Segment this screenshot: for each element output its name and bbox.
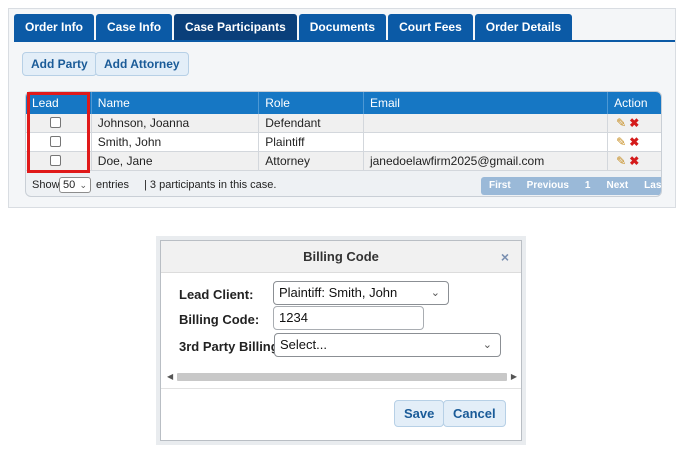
table-header: Lead Client Name Role Email Action	[26, 92, 661, 132]
tab-bar: Order Info Case Info Case Participants D…	[14, 14, 573, 40]
tab-order-details[interactable]: Order Details	[474, 14, 573, 40]
tab-case-participants[interactable]: Case Participants	[174, 14, 297, 40]
chevron-down-icon: ⌄	[430, 287, 440, 299]
x-delete-icon[interactable]: ✖	[629, 154, 639, 168]
column-header-email[interactable]: Email	[364, 92, 609, 114]
lead-client-checkbox[interactable]	[50, 117, 61, 128]
column-header-lead-client[interactable]: Lead Client	[26, 92, 92, 132]
participant-email: janedoelawfirm2025@gmail.com	[364, 152, 609, 170]
lead-client-checkbox[interactable]	[50, 155, 61, 166]
participant-name: Doe, Jane	[92, 152, 260, 170]
participant-name: Johnson, Joanna	[92, 114, 260, 132]
add-party-button[interactable]: Add Party	[22, 52, 97, 76]
lead-client-select[interactable]: Plaintiff: Smith, John ⌄	[273, 281, 449, 305]
billing-code-label: Billing Code:	[179, 312, 260, 327]
x-delete-icon[interactable]: ✖	[629, 116, 639, 130]
chevron-down-icon: ⌄	[482, 339, 492, 351]
pencil-icon[interactable]: ✎	[616, 154, 626, 168]
billing-code-input[interactable]: 1234	[273, 306, 424, 330]
tab-order-info[interactable]: Order Info	[14, 14, 95, 40]
participant-role: Plaintiff	[259, 133, 364, 151]
tab-documents[interactable]: Documents	[298, 14, 387, 40]
participant-role: Attorney	[259, 152, 364, 170]
close-icon[interactable]: ×	[501, 249, 509, 265]
third-party-billing-select[interactable]: Select... ⌄	[274, 333, 501, 357]
third-party-billing-value: Select...	[280, 337, 327, 352]
participant-count: | 3 participants in this case.	[144, 179, 277, 191]
third-party-billing-label: 3rd Party Billing:	[179, 339, 284, 354]
case-participants-panel: Order Info Case Info Case Participants D…	[8, 8, 676, 208]
tab-underline	[14, 40, 675, 42]
pager-first[interactable]: First	[481, 177, 519, 195]
pencil-icon[interactable]: ✎	[616, 116, 626, 130]
participant-name: Smith, John	[92, 133, 260, 151]
pager-previous[interactable]: Previous	[519, 177, 577, 195]
x-delete-icon[interactable]: ✖	[629, 135, 639, 149]
pager-page[interactable]: 1	[577, 177, 599, 195]
table-row: Doe, Jane Attorney janedoelawfirm2025@gm…	[26, 152, 661, 171]
participants-table: Lead Client Name Role Email Action Johns…	[25, 91, 662, 197]
cancel-button[interactable]: Cancel	[443, 400, 506, 427]
table-row: Smith, John Plaintiff ✎ ✖	[26, 133, 661, 152]
column-header-name[interactable]: Name	[92, 92, 260, 114]
scroll-right-icon[interactable]: ▶	[511, 371, 517, 383]
table-row: Johnson, Joanna Defendant ✎ ✖	[26, 114, 661, 133]
lead-client-value: Plaintiff: Smith, John	[279, 285, 398, 300]
dialog-footer: Save Cancel	[161, 388, 521, 440]
table-footer: Show 50 ⌄ entries | 3 participants in th…	[26, 174, 661, 196]
lead-client-checkbox[interactable]	[50, 136, 61, 147]
add-attorney-button[interactable]: Add Attorney	[95, 52, 189, 76]
page-size-select[interactable]: 50 ⌄	[59, 177, 91, 193]
page-size-value: 50	[63, 179, 76, 191]
participant-email	[364, 114, 609, 132]
entries-label: entries	[96, 179, 130, 191]
participant-email	[364, 133, 609, 151]
pagination: First Previous 1 Next Last	[481, 177, 661, 195]
scroll-left-icon[interactable]: ◀	[167, 371, 173, 383]
participant-role: Defendant	[259, 114, 364, 132]
column-header-action: Action	[614, 96, 648, 110]
billing-code-value: 1234	[279, 310, 308, 325]
chevron-down-icon: ⌄	[79, 180, 87, 190]
save-button[interactable]: Save	[394, 400, 445, 427]
tab-court-fees[interactable]: Court Fees	[388, 14, 473, 40]
pencil-icon[interactable]: ✎	[616, 135, 626, 149]
scrollbar-thumb[interactable]	[177, 373, 507, 381]
dialog-title: Billing Code	[161, 241, 521, 273]
lead-client-label: Lead Client:	[179, 287, 254, 302]
pager-next[interactable]: Next	[598, 177, 636, 195]
billing-code-dialog: Billing Code × Lead Client: Plaintiff: S…	[160, 240, 522, 441]
tab-case-info[interactable]: Case Info	[96, 14, 173, 40]
pager-last[interactable]: Last	[636, 177, 661, 195]
column-header-role[interactable]: Role	[259, 92, 364, 114]
show-label: Show	[32, 179, 60, 191]
horizontal-scrollbar[interactable]: ◀ ▶	[167, 371, 517, 383]
